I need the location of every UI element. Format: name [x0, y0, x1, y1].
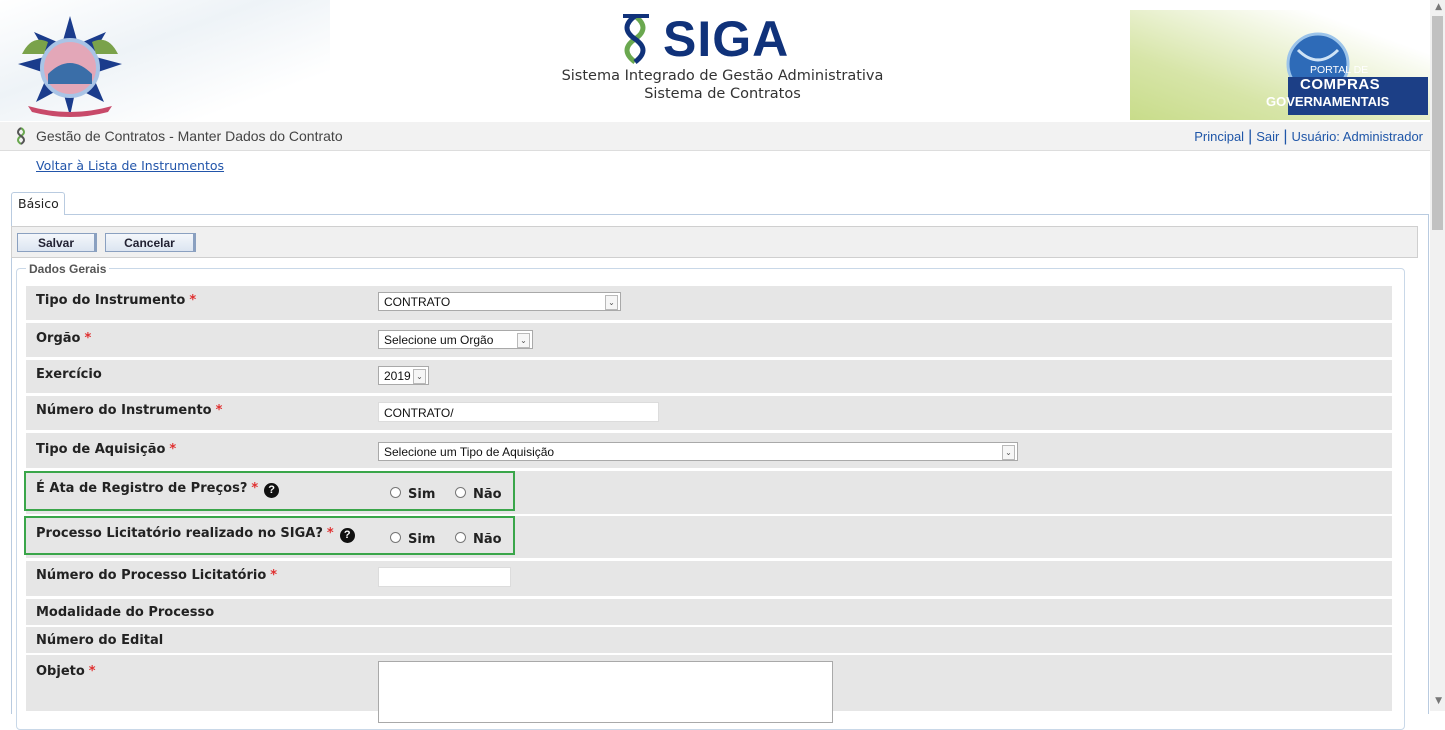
siga-logo-text: SIGA [663, 11, 790, 67]
form-row [26, 360, 1392, 393]
tipo-aquisicao-label: Tipo de Aquisição * [36, 442, 177, 457]
required-marker: * [169, 442, 177, 457]
form-row [26, 286, 1392, 320]
orgao-label: Orgão * [36, 331, 92, 346]
processo-siga-nao-radio[interactable]: Não [455, 532, 502, 547]
exercicio-label: Exercício [36, 367, 102, 382]
required-marker: * [84, 331, 92, 346]
portal-text-line3: GOVERNAMENTAIS [1266, 94, 1390, 109]
tipo-instrumento-label: Tipo do Instrumento * [36, 293, 197, 308]
required-marker: * [251, 481, 259, 496]
ata-registro-sim-radio[interactable]: Sim [390, 487, 435, 502]
exercicio-select[interactable]: 2019 ⌄ [378, 366, 429, 385]
system-subtitle: Sistema Integrado de Gestão Administrati… [561, 68, 884, 84]
page-scrollbar[interactable] [1430, 0, 1445, 711]
back-to-list-link[interactable]: Voltar à Lista de Instrumentos [36, 158, 224, 173]
scroll-up-icon[interactable]: ▲ [1435, 2, 1442, 12]
chevron-down-icon: ⌄ [517, 333, 530, 348]
numero-edital-label: Número do Edital [36, 633, 164, 648]
ata-registro-label: É Ata de Registro de Preços? *? [36, 481, 280, 498]
modalidade-label: Modalidade do Processo [36, 605, 215, 620]
numero-processo-input[interactable] [378, 567, 511, 587]
action-toolbar [11, 226, 1418, 258]
system-module-subtitle: Sistema de Contratos [644, 86, 801, 102]
processo-siga-label: Processo Licitatório realizado no SIGA? *… [36, 526, 355, 543]
form-row [26, 599, 1392, 625]
numero-processo-label: Número do Processo Licitatório * [36, 568, 278, 583]
form-row [26, 396, 1392, 430]
chevron-down-icon: ⌄ [605, 295, 618, 310]
nav-separator: | [1248, 128, 1253, 145]
orgao-select[interactable]: Selecione um Orgão ⌄ [378, 330, 533, 349]
required-marker: * [215, 403, 223, 418]
numero-instrumento-label: Número do Instrumento * [36, 403, 223, 418]
objeto-textarea[interactable] [378, 661, 833, 723]
section-title: Dados Gerais [26, 262, 110, 276]
tab-label: Básico [18, 196, 59, 211]
chevron-down-icon: ⌄ [1002, 445, 1015, 460]
required-marker: * [326, 526, 334, 541]
form-row [26, 627, 1392, 653]
user-link[interactable]: Usuário: Administrador [1292, 129, 1424, 144]
cancel-button[interactable]: Cancelar [105, 233, 196, 252]
tipo-aquisicao-select[interactable]: Selecione um Tipo de Aquisição ⌄ [378, 442, 1018, 461]
required-marker: * [88, 664, 96, 679]
chevron-down-icon: ⌄ [413, 369, 426, 384]
help-icon[interactable]: ? [264, 483, 280, 498]
page-title: Gestão de Contratos - Manter Dados do Co… [36, 128, 343, 144]
help-icon[interactable]: ? [339, 528, 355, 543]
required-marker: * [189, 293, 197, 308]
nav-separator: | [1283, 128, 1288, 145]
tab-basico[interactable]: Básico [11, 192, 65, 215]
radio-circle-icon [390, 487, 401, 498]
radio-circle-icon [455, 487, 466, 498]
sair-link[interactable]: Sair [1256, 129, 1279, 144]
radio-circle-icon [390, 532, 401, 543]
siga-helix-icon [17, 127, 25, 145]
portal-text-line1: PORTAL DE [1310, 64, 1369, 76]
principal-link[interactable]: Principal [1194, 129, 1244, 144]
ata-registro-nao-radio[interactable]: Não [455, 487, 502, 502]
numero-instrumento-input[interactable]: CONTRATO/ [378, 402, 659, 422]
objeto-label: Objeto * [36, 664, 96, 679]
form-row [26, 323, 1392, 357]
required-marker: * [270, 568, 278, 583]
processo-siga-sim-radio[interactable]: Sim [390, 532, 435, 547]
radio-circle-icon [455, 532, 466, 543]
top-nav-links: Principal | Sair | Usuário: Administrador [1194, 128, 1423, 146]
scrollbar-thumb[interactable] [1432, 16, 1443, 230]
state-coat-of-arms-icon [18, 16, 122, 117]
tipo-instrumento-select[interactable]: CONTRATO ⌄ [378, 292, 621, 311]
scroll-down-icon[interactable]: ▼ [1435, 696, 1442, 706]
save-button[interactable]: Salvar [17, 233, 97, 252]
portal-text-line2: COMPRAS [1300, 76, 1381, 93]
